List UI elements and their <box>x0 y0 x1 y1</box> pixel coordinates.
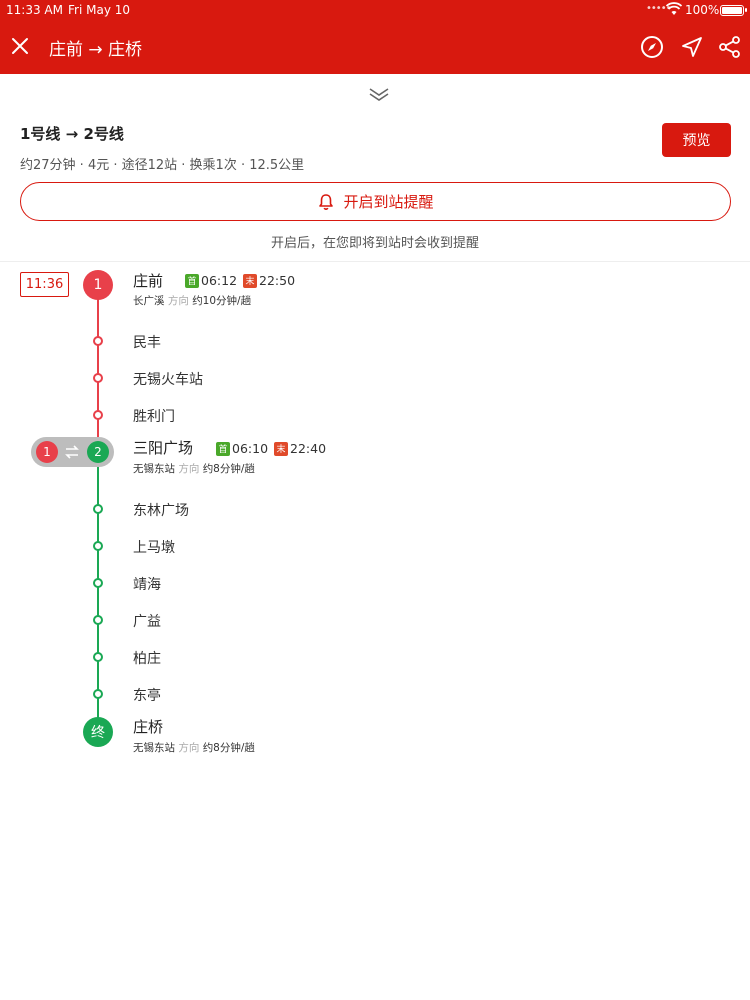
last-train-time: 22:40 <box>290 441 327 456</box>
station-name[interactable]: 民丰 <box>133 332 161 352</box>
status-bar: 11:33 AM Fri May 10 ••••• 100% <box>0 0 750 20</box>
departure-time-badge: 11:36 <box>20 272 69 297</box>
battery-percent: 100% <box>685 3 720 17</box>
transfer-indicator: 1 2 <box>31 437 114 467</box>
end-direction: 无锡东站 方向 约8分钟/趟 <box>133 740 255 755</box>
station-name[interactable]: 靖海 <box>133 574 161 594</box>
route-title: 1号线 → 2号线 <box>20 125 124 143</box>
station-name[interactable]: 东林广场 <box>133 500 189 520</box>
station-node <box>93 410 103 420</box>
start-schedule: 首 06:12 末 22:50 <box>185 273 295 288</box>
transfer-station-name[interactable]: 三阳广场 <box>133 437 193 458</box>
start-direction: 长广溪 方向 约10分钟/趟 <box>133 293 251 308</box>
station-node <box>93 336 103 346</box>
nav-bar: 庄前 → 庄桥 <box>0 20 750 74</box>
start-station-name[interactable]: 庄前 <box>133 270 163 291</box>
station-name[interactable]: 东亭 <box>133 685 161 705</box>
bell-icon <box>319 193 334 210</box>
end-station-name[interactable]: 庄桥 <box>133 716 163 737</box>
navigation-arrow-icon[interactable] <box>679 34 705 60</box>
frequency: 约8分钟/趟 <box>202 742 255 754</box>
status-date: Fri May 10 <box>68 3 131 17</box>
transfer-direction: 无锡东站 方向 约8分钟/趟 <box>133 461 255 476</box>
station-node <box>93 373 103 383</box>
share-icon[interactable] <box>717 34 743 60</box>
first-train-tag: 首 <box>216 441 230 456</box>
direction-terminal: 长广溪 <box>133 295 165 307</box>
direction-terminal: 无锡东站 <box>133 463 175 475</box>
divider <box>0 261 750 262</box>
direction-terminal: 无锡东站 <box>133 742 175 754</box>
first-train-tag: 首 <box>185 273 199 288</box>
start-station-marker: 1 <box>83 270 113 300</box>
station-name[interactable]: 胜利门 <box>133 406 175 426</box>
last-train-time: 22:50 <box>259 273 296 288</box>
alert-hint: 开启后，在您即将到站时会收到提醒 <box>270 236 479 251</box>
close-icon[interactable] <box>8 34 32 58</box>
direction-label: 方向 <box>178 742 200 754</box>
to-line-badge: 2 <box>87 441 109 463</box>
last-train-tag: 末 <box>243 273 258 288</box>
station-node <box>93 689 103 699</box>
station-name[interactable]: 柏庄 <box>133 648 161 668</box>
compass-icon[interactable] <box>639 34 665 60</box>
direction-label: 方向 <box>167 295 189 307</box>
page-title: 庄前 → 庄桥 <box>49 40 143 60</box>
from-line-badge: 1 <box>36 441 58 463</box>
wifi-icon <box>666 2 682 15</box>
route-meta: 约27分钟 · 4元 · 途径12站 · 换乘1次 · 12.5公里 <box>20 158 305 173</box>
transfer-schedule: 首 06:10 末 22:40 <box>216 441 326 456</box>
station-name[interactable]: 上马墩 <box>133 537 175 557</box>
first-train-time: 06:10 <box>232 441 269 456</box>
line1-segment <box>97 290 99 450</box>
end-station-marker: 终 <box>83 717 113 747</box>
last-train-tag: 末 <box>274 441 289 456</box>
first-train-time: 06:12 <box>201 273 238 288</box>
preview-button[interactable]: 预览 <box>662 123 731 157</box>
direction-label: 方向 <box>178 463 200 475</box>
station-node <box>93 504 103 514</box>
collapse-chevron-icon[interactable] <box>367 86 391 102</box>
station-node <box>93 578 103 588</box>
station-name[interactable]: 广益 <box>133 611 161 631</box>
battery-icon <box>720 5 747 16</box>
station-node <box>93 652 103 662</box>
station-name[interactable]: 无锡火车站 <box>133 369 203 389</box>
arrival-alert-button[interactable]: 开启到站提醒 <box>20 182 731 221</box>
transfer-swap-icon <box>65 445 79 459</box>
frequency: 约10分钟/趟 <box>192 295 252 307</box>
frequency: 约8分钟/趟 <box>202 463 255 475</box>
arrival-alert-label: 开启到站提醒 <box>343 193 434 211</box>
status-time: 11:33 AM <box>6 3 63 17</box>
station-node <box>93 615 103 625</box>
station-node <box>93 541 103 551</box>
